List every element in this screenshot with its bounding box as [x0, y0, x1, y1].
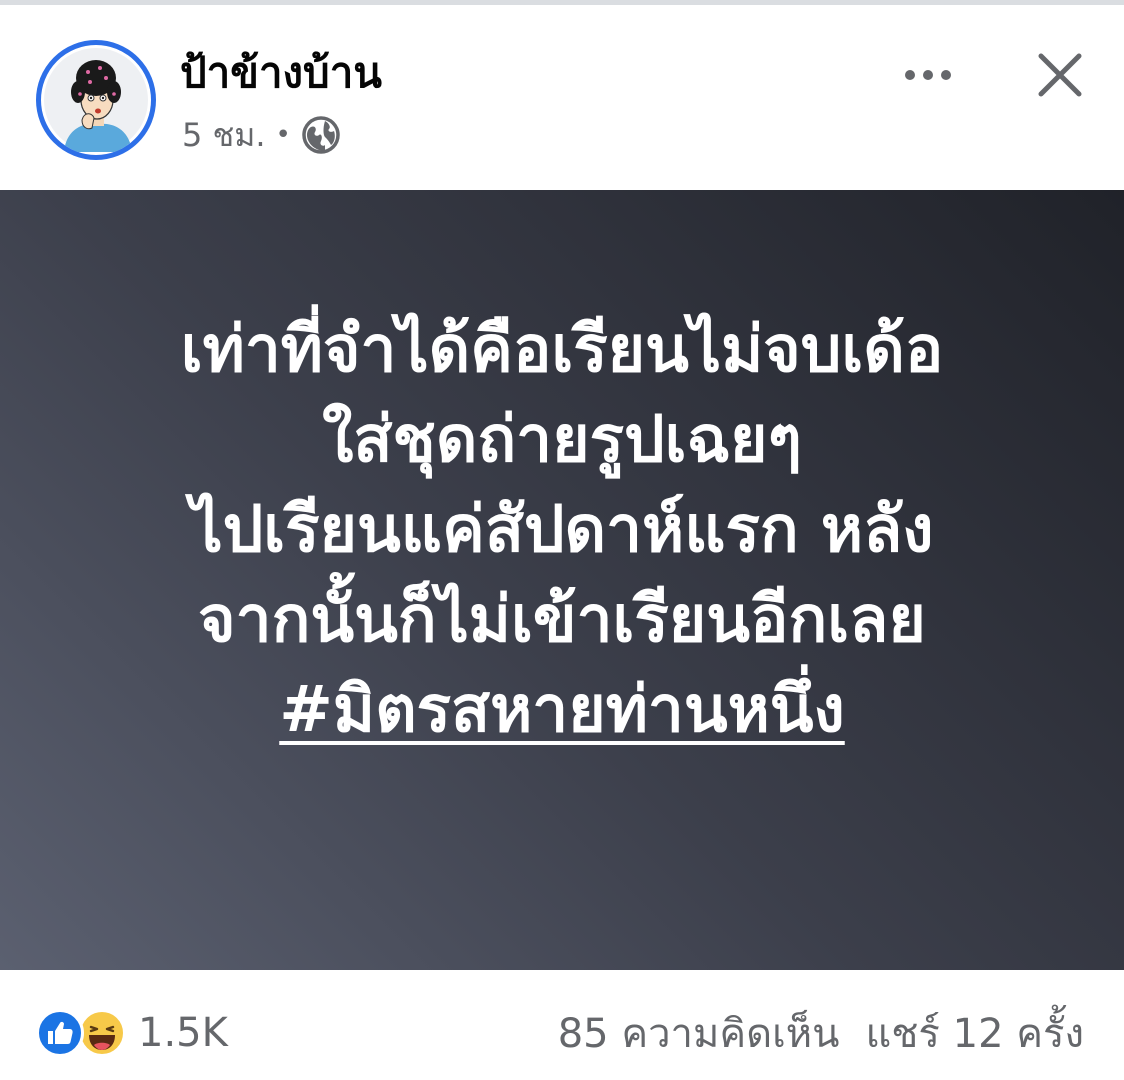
post-line: เท่าที่จำได้คือเรียนไม่จบเด้อ — [180, 313, 944, 387]
reaction-count: 1.5K — [138, 1010, 228, 1056]
like-icon — [36, 1009, 84, 1057]
meta-separator: • — [275, 120, 291, 150]
post-footer: 1.5K 85 ความคิดเห็น แชร์ 12 ครั้ง — [0, 970, 1124, 1080]
author-name[interactable]: ป้าข้างบ้าน — [180, 43, 382, 103]
timestamp[interactable]: 5 ชม. — [182, 110, 266, 161]
close-button[interactable] — [1028, 43, 1092, 107]
avatar[interactable] — [36, 40, 156, 160]
globe-icon[interactable] — [301, 115, 341, 155]
close-icon — [1038, 53, 1082, 97]
more-options-button[interactable] — [896, 47, 960, 103]
shares-count-link[interactable]: แชร์ 12 ครั้ง — [865, 1001, 1084, 1065]
post-stats: 85 ความคิดเห็น แชร์ 12 ครั้ง — [558, 1006, 1084, 1060]
post-line: ไปเรียนแค่สัปดาห์แรก หลัง — [190, 493, 934, 567]
avatar-illustration — [44, 48, 148, 152]
hashtag-link[interactable]: #มิตรสหายท่านหนึ่ง — [279, 673, 845, 747]
post-line: ใส่ชุดถ่ายรูปเฉยๆ — [322, 403, 802, 477]
post-header: ป้าข้างบ้าน 5 ชม. • — [0, 5, 1124, 190]
comments-count-link[interactable]: 85 ความคิดเห็น — [558, 1001, 840, 1065]
post-meta: 5 ชม. • — [182, 113, 341, 157]
reactions-summary[interactable]: 1.5K — [36, 1008, 228, 1058]
post-content: เท่าที่จำได้คือเรียนไม่จบเด้อ ใส่ชุดถ่าย… — [40, 305, 1084, 755]
more-horizontal-icon — [905, 70, 951, 80]
post-line: จากนั้นก็ไม่เข้าเรียนอีกเลย — [198, 583, 926, 657]
haha-icon — [78, 1009, 126, 1057]
